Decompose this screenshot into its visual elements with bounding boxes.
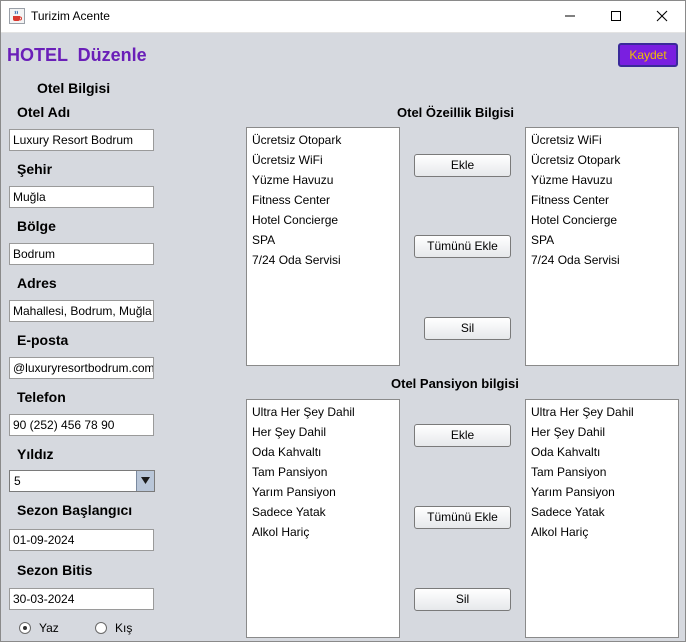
list-item[interactable]: Her Şey Dahil (247, 424, 399, 444)
season-end-label: Sezon Bitis (17, 562, 93, 578)
region-field[interactable]: Bodrum (9, 243, 154, 265)
stars-selected-value: 5 (14, 474, 21, 488)
chevron-down-icon (141, 477, 150, 484)
stars-label: Yıldız (17, 446, 54, 462)
close-button[interactable] (639, 1, 685, 32)
list-item[interactable]: Ücretsiz WiFi (247, 152, 399, 172)
features-selected-list[interactable]: Ücretsiz WiFi Ücretsiz Otopark Yüzme Havuz… (525, 127, 679, 366)
pension-title: Otel Pansiyon bilgisi (391, 376, 519, 391)
list-item[interactable]: 7/24 Oda Servisi (526, 252, 678, 272)
address-label: Adres (17, 275, 57, 291)
list-item[interactable]: Her Şey Dahil (526, 424, 678, 444)
list-item[interactable]: Tam Pansiyon (247, 464, 399, 484)
list-item[interactable]: Fitness Center (526, 192, 678, 212)
hotel-name-field[interactable]: Luxury Resort Bodrum (9, 129, 154, 151)
page-title: HOTEL Düzenle (7, 45, 147, 65)
list-item[interactable]: Fitness Center (247, 192, 399, 212)
list-item[interactable]: Yarım Pansiyon (526, 484, 678, 504)
minimize-button[interactable] (547, 1, 593, 32)
season-start-field[interactable]: 01-09-2024 (9, 529, 154, 551)
list-item[interactable]: Oda Kahvaltı (526, 444, 678, 464)
list-item[interactable]: Yüzme Havuzu (526, 172, 678, 192)
phone-field[interactable]: 90 (252) 456 78 90 (9, 414, 154, 436)
season-end-field[interactable]: 30-03-2024 (9, 588, 154, 610)
address-value: Mahallesi, Bodrum, Muğla (13, 304, 152, 318)
minimize-icon (565, 15, 575, 17)
season-start-label: Sezon Başlangıcı (17, 502, 133, 518)
stars-dropdown-button[interactable] (136, 471, 154, 491)
email-field[interactable]: @luxuryresortbodrum.com (9, 357, 154, 379)
pension-available-list[interactable]: Ultra Her Şey Dahil Her Şey Dahil Oda Kahv… (246, 399, 400, 638)
java-coffee-cup-icon (9, 8, 25, 24)
city-field[interactable]: Muğla (9, 186, 154, 208)
list-item[interactable]: Hotel Concierge (526, 212, 678, 232)
features-remove-button[interactable]: Sil (424, 317, 511, 340)
list-item[interactable]: Yarım Pansiyon (247, 484, 399, 504)
pension-add-all-button[interactable]: Tümünü Ekle (414, 506, 511, 529)
list-item[interactable]: SPA (247, 232, 399, 252)
radio-unchecked-indicator (95, 622, 107, 634)
list-item[interactable]: Ücretsiz Otopark (247, 132, 399, 152)
phone-label: Telefon (17, 389, 66, 405)
features-add-all-button[interactable]: Tümünü Ekle (414, 235, 511, 258)
city-label: Şehir (17, 161, 53, 177)
pension-add-button[interactable]: Ekle (414, 424, 511, 447)
list-item[interactable]: Tam Pansiyon (526, 464, 678, 484)
address-field[interactable]: Mahallesi, Bodrum, Muğla (9, 300, 154, 322)
pension-remove-button[interactable]: Sil (414, 588, 511, 611)
list-item[interactable]: Sadece Yatak (247, 504, 399, 524)
app-window: Turizim Acente HOTEL Düzenle Kaydet Otel… (0, 0, 686, 642)
section-title-hotel-info: Otel Bilgisi (37, 80, 111, 96)
list-item[interactable]: Yüzme Havuzu (247, 172, 399, 192)
stars-select[interactable]: 5 (9, 470, 155, 492)
maximize-button[interactable] (593, 1, 639, 32)
list-item[interactable]: Ultra Her Şey Dahil (526, 404, 678, 424)
list-item[interactable]: Ücretsiz WiFi (526, 132, 678, 152)
hotel-name-label: Otel Adı (17, 104, 71, 120)
list-item[interactable]: 7/24 Oda Servisi (247, 252, 399, 272)
radio-checked-indicator (19, 622, 31, 634)
window-title: Turizim Acente (31, 9, 110, 23)
list-item[interactable]: Hotel Concierge (247, 212, 399, 232)
list-item[interactable]: Alkol Hariç (526, 524, 678, 544)
maximize-icon (611, 11, 621, 21)
list-item[interactable]: Alkol Hariç (247, 524, 399, 544)
save-button[interactable]: Kaydet (618, 43, 678, 67)
features-add-button[interactable]: Ekle (414, 154, 511, 177)
season-radio-summer-label: Yaz (39, 621, 59, 635)
features-available-list[interactable]: Ücretsiz Otopark Ücretsiz WiFi Yüzme Havuz… (246, 127, 400, 366)
list-item[interactable]: Oda Kahvaltı (247, 444, 399, 464)
list-item[interactable]: Ultra Her Şey Dahil (247, 404, 399, 424)
pension-selected-list[interactable]: Ultra Her Şey Dahil Her Şey Dahil Oda Kahv… (525, 399, 679, 638)
features-title: Otel Özeillik Bilgisi (397, 105, 515, 120)
email-label: E-posta (17, 332, 69, 348)
close-icon (656, 10, 668, 22)
list-item[interactable]: Sadece Yatak (526, 504, 678, 524)
list-item[interactable]: SPA (526, 232, 678, 252)
title-bar: Turizim Acente (1, 1, 685, 33)
list-item[interactable]: Ücretsiz Otopark (526, 152, 678, 172)
region-label: Bölge (17, 218, 56, 234)
season-radio-winter-label: Kış (115, 621, 133, 635)
